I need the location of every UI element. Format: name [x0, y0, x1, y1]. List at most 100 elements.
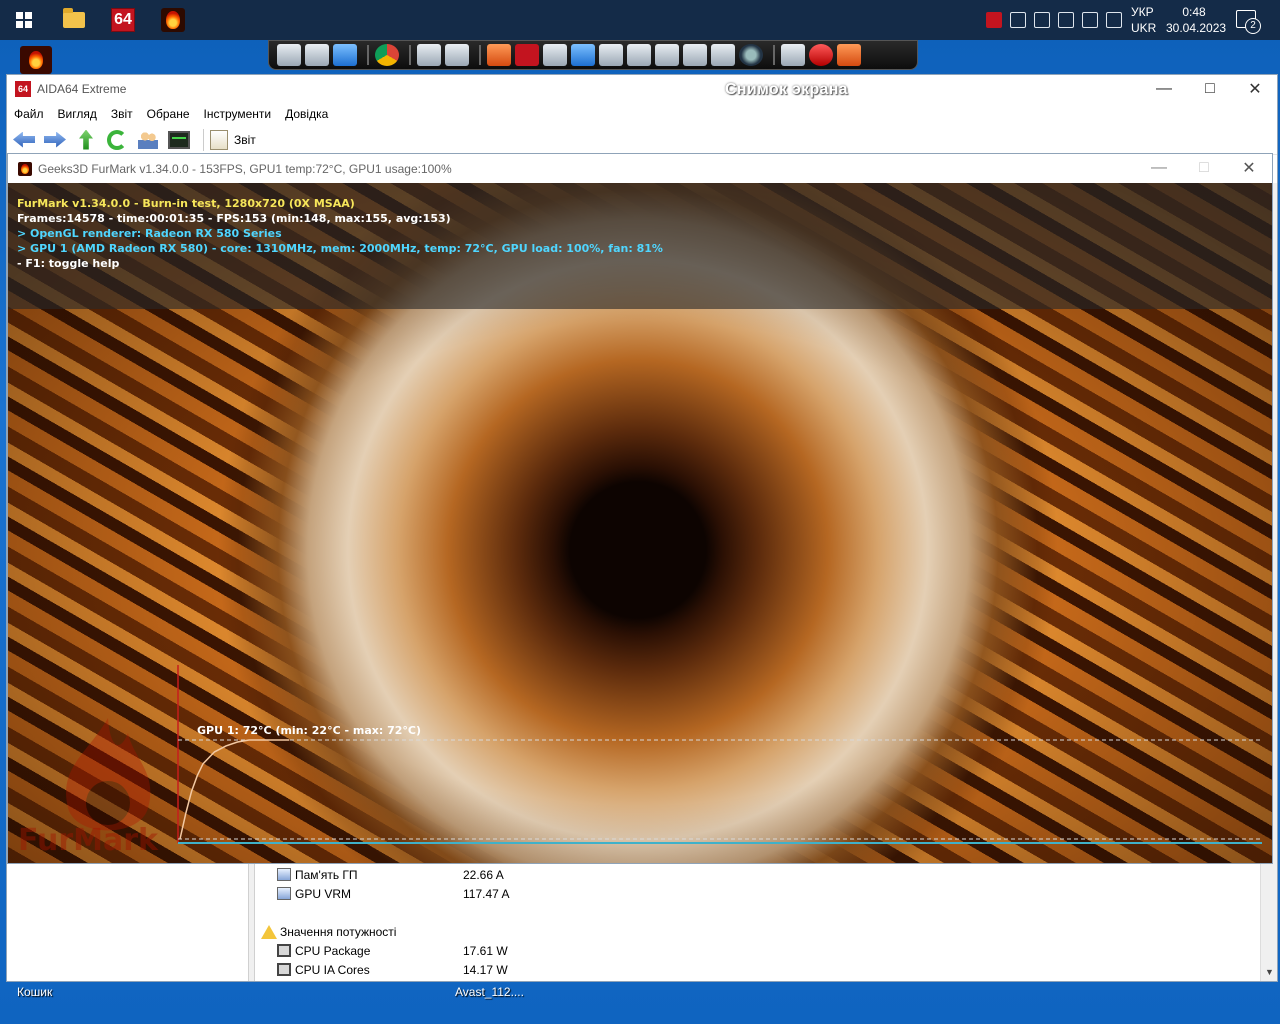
taskbar: 64 УКР UKR 0:48 30.04.2023 2	[0, 0, 1280, 40]
memory-icon[interactable]	[683, 44, 707, 66]
report-icon	[210, 129, 228, 150]
language-indicator[interactable]: УКР UKR	[1131, 4, 1156, 36]
temperature-graph: GPU 1: 72°C (min: 22°C - max: 72°C)	[177, 665, 1262, 844]
chrome-icon[interactable]	[375, 44, 399, 66]
desktop-icon-label[interactable]: Кошик	[17, 985, 52, 999]
dock-separator	[409, 45, 411, 65]
network-icon[interactable]	[1082, 12, 1098, 28]
report-button[interactable]: Звіт	[210, 128, 256, 152]
forward-arrow-icon	[44, 132, 66, 148]
server-icon[interactable]	[655, 44, 679, 66]
monitor-button[interactable]	[166, 128, 192, 152]
power-icon[interactable]	[809, 44, 833, 66]
tool-icon[interactable]	[487, 44, 511, 66]
amd-icon[interactable]	[986, 12, 1002, 28]
cpu-icon	[277, 944, 291, 957]
close-button[interactable]: ✕	[1226, 154, 1272, 182]
refresh-button[interactable]	[104, 128, 130, 152]
clock-time: 0:48	[1182, 5, 1206, 19]
monitor-icon	[168, 130, 190, 149]
storage-icon[interactable]	[627, 44, 651, 66]
aida64-titlebar[interactable]: 64 AIDA64 Extreme Снимок экрана — □ ✕	[7, 75, 1277, 103]
section-title: Значення потужності	[280, 924, 397, 939]
users-button[interactable]	[135, 128, 161, 152]
menu-tools[interactable]: Інструменти	[203, 105, 273, 123]
sensor-name: Пам'ять ГП	[295, 867, 358, 882]
file-explorer-button[interactable]	[58, 4, 90, 36]
menu-file[interactable]: Файл	[13, 105, 45, 123]
aida64-taskbar-button[interactable]: 64	[107, 4, 139, 36]
shutdown-icon[interactable]	[837, 44, 861, 66]
system-tray	[986, 0, 1130, 40]
up-button[interactable]	[73, 128, 99, 152]
toolbar: Звіт	[7, 125, 1277, 155]
sensor-value: 17.61 W	[463, 943, 508, 958]
monitor-icon[interactable]	[571, 44, 595, 66]
gpu-vrm-icon	[277, 887, 291, 900]
sensor-name: CPU IA Cores	[295, 962, 370, 977]
screen-icon[interactable]	[781, 44, 805, 66]
list-item[interactable]: Пам'ять ГП 22.66 A	[277, 865, 504, 884]
list-item[interactable]: CPU IA Cores 14.17 W	[277, 960, 508, 979]
furmark-taskbar-button[interactable]	[157, 4, 189, 36]
device-icon[interactable]	[1034, 12, 1050, 28]
furmark-window-title: Geeks3D FurMark v1.34.0.0 - 153FPS, GPU1…	[38, 161, 452, 176]
maximize-button[interactable]: □	[1187, 75, 1233, 103]
screenshot-label: Снимок экрана	[725, 81, 848, 98]
language-code: UKR	[1131, 21, 1157, 35]
cpu-icon	[277, 963, 291, 976]
forward-button[interactable]	[42, 128, 68, 152]
start-button[interactable]	[8, 4, 40, 36]
dock-separator	[479, 45, 481, 65]
sensor-name: CPU Package	[295, 943, 371, 958]
menu-bar: Файл Вигляд Звіт Обране Інструменти Дові…	[7, 103, 1277, 125]
menu-report[interactable]: Звіт	[110, 105, 134, 123]
furmark-render-view[interactable]: FurMark v1.34.0.0 - Burn-in test, 1280x7…	[8, 183, 1272, 863]
maximize-button[interactable]: □	[1181, 154, 1227, 182]
drive-icon[interactable]	[445, 44, 469, 66]
minimize-button[interactable]: —	[1136, 154, 1182, 182]
clock[interactable]: 0:48 30.04.2023	[1166, 4, 1227, 36]
menu-view[interactable]: Вигляд	[57, 105, 98, 123]
menu-favorites[interactable]: Обране	[146, 105, 191, 123]
back-arrow-icon	[13, 131, 35, 148]
furmark-titlebar[interactable]: Geeks3D FurMark v1.34.0.0 - 153FPS, GPU1…	[8, 154, 1272, 183]
quick-launch-dock	[268, 40, 918, 70]
language-short: УКР	[1131, 5, 1154, 19]
list-item[interactable]: CPU Package 17.61 W	[277, 941, 508, 960]
disk-icon[interactable]	[711, 44, 735, 66]
download-icon[interactable]	[333, 44, 357, 66]
close-button[interactable]: ✕	[1232, 75, 1278, 103]
minimize-button[interactable]: —	[1141, 75, 1187, 103]
menu-help[interactable]: Довідка	[284, 105, 329, 123]
hardware-icon[interactable]	[543, 44, 567, 66]
sensor-value: 117.47 A	[463, 886, 510, 901]
aida64-dock-icon[interactable]	[515, 44, 539, 66]
up-arrow-icon	[79, 129, 93, 150]
scroll-down-icon[interactable]: ▼	[1265, 968, 1274, 977]
aida64-title-icon: 64	[15, 81, 31, 97]
section-header[interactable]: Значення потужності	[261, 922, 396, 941]
sensor-name: GPU VRM	[295, 886, 352, 901]
usb-icon[interactable]	[1010, 12, 1026, 28]
calculator-icon[interactable]	[305, 44, 329, 66]
users-icon	[138, 130, 158, 149]
list-item[interactable]: GPU VRM 117.47 A	[277, 884, 510, 903]
camera-icon[interactable]	[739, 44, 763, 66]
network-drive-icon[interactable]	[417, 44, 441, 66]
graph-label: GPU 1: 72°C (min: 22°C - max: 72°C)	[197, 724, 421, 737]
security-icon[interactable]	[1106, 12, 1122, 28]
sensor-value: 14.17 W	[463, 962, 508, 977]
desktop-furmark-icon[interactable]	[20, 46, 52, 74]
notification-badge: 2	[1245, 18, 1261, 34]
benchmark-icon[interactable]	[599, 44, 623, 66]
clock-date: 30.04.2023	[1166, 21, 1227, 35]
warning-icon	[261, 924, 277, 939]
back-button[interactable]	[11, 128, 37, 152]
desktop-icon-label[interactable]: Avast_112....	[455, 985, 524, 999]
dock-separator	[367, 45, 369, 65]
folder-icon	[63, 8, 85, 28]
recycle-bin-icon[interactable]	[277, 44, 301, 66]
volume-icon[interactable]	[1058, 12, 1074, 28]
aida64-icon: 64	[111, 8, 135, 32]
